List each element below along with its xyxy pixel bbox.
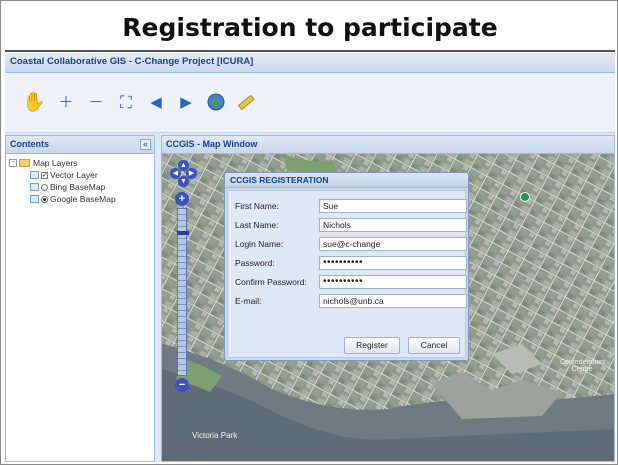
password-field[interactable]: •••••••••• bbox=[319, 256, 467, 270]
title-divider bbox=[5, 50, 615, 52]
first-name-label: First Name: bbox=[235, 201, 279, 211]
map-label-park: Victoria Park bbox=[192, 431, 238, 440]
forward-arrow-icon[interactable]: ▶ bbox=[171, 87, 201, 117]
pan-down-icon[interactable]: ▼ bbox=[178, 176, 189, 187]
slide-title: Registration to participate bbox=[122, 13, 498, 42]
zoom-slider[interactable] bbox=[177, 208, 189, 376]
zoom-slider-thumb[interactable] bbox=[177, 231, 189, 235]
contents-header: Contents « bbox=[6, 136, 154, 154]
layer-item-google[interactable]: Google BaseMap bbox=[6, 193, 154, 205]
confirm-password-field[interactable]: •••••••••• bbox=[319, 275, 467, 289]
app-title: Coastal Collaborative GIS - C-Change Pro… bbox=[10, 56, 254, 67]
contents-title: Contents bbox=[10, 139, 49, 149]
contents-panel: Contents « − Map Layers ✓ Vector Layer B… bbox=[5, 135, 155, 462]
zoom-box-icon[interactable]: ⛶ bbox=[111, 87, 141, 117]
email-label: E-mail: bbox=[235, 296, 262, 306]
email-field[interactable]: nichols@unb.ca bbox=[319, 294, 467, 308]
cancel-button[interactable]: Cancel bbox=[408, 337, 460, 354]
map-toolbar: ✋ ＋ － ⛶ ◀ ▶ bbox=[5, 73, 615, 133]
register-button[interactable]: Register bbox=[344, 337, 400, 354]
layer-label: Vector Layer bbox=[50, 170, 98, 180]
layer-tree: − Map Layers ✓ Vector Layer Bing BaseMap bbox=[6, 154, 154, 205]
password-label: Password: bbox=[235, 258, 275, 268]
pan-control: ▲ ◀ ▶ ▼ bbox=[170, 160, 197, 188]
registration-dialog: CCGIS REGISTERATION First Name: Sue Last… bbox=[224, 172, 469, 361]
globe-icon[interactable] bbox=[201, 87, 231, 117]
layer-item-vector[interactable]: ✓ Vector Layer bbox=[6, 169, 154, 181]
tree-root-map-layers[interactable]: − Map Layers bbox=[6, 157, 154, 169]
collapse-tree-icon[interactable]: − bbox=[9, 159, 17, 167]
map-window-header: CCGIS - Map Window bbox=[162, 136, 614, 154]
layer-icon bbox=[30, 183, 39, 191]
layer-radio[interactable] bbox=[41, 183, 48, 191]
last-name-label: Last Name: bbox=[235, 220, 279, 230]
registration-form: First Name: Sue Last Name: Nichols Login… bbox=[227, 190, 467, 358]
back-arrow-icon[interactable]: ◀ bbox=[141, 87, 171, 117]
map-label-centre: Confederation Centre bbox=[560, 359, 604, 373]
layer-label: Google BaseMap bbox=[50, 194, 116, 204]
zoom-minus-icon[interactable]: − bbox=[175, 378, 189, 392]
tree-root-label: Map Layers bbox=[33, 158, 78, 168]
layer-icon bbox=[30, 195, 39, 203]
layer-radio[interactable] bbox=[41, 195, 48, 203]
login-name-label: Login Name: bbox=[235, 239, 284, 249]
zoom-in-icon[interactable]: ＋ bbox=[51, 87, 81, 117]
map-window-title: CCGIS - Map Window bbox=[166, 139, 258, 149]
collapse-icon[interactable]: « bbox=[140, 139, 151, 150]
layer-icon bbox=[30, 171, 39, 179]
dialog-title: CCGIS REGISTERATION bbox=[230, 175, 329, 185]
login-name-field[interactable]: sue@c-change bbox=[319, 237, 467, 251]
map-poi-icon bbox=[520, 192, 530, 202]
dialog-header: CCGIS REGISTERATION bbox=[225, 173, 468, 188]
zoom-out-icon[interactable]: － bbox=[81, 87, 111, 117]
last-name-field[interactable]: Nichols bbox=[319, 218, 467, 232]
layer-item-bing[interactable]: Bing BaseMap bbox=[6, 181, 154, 193]
slide: Registration to participate Coastal Coll… bbox=[0, 0, 618, 465]
layer-checkbox[interactable]: ✓ bbox=[41, 171, 48, 179]
layer-label: Bing BaseMap bbox=[50, 182, 106, 192]
confirm-password-label: Confirm Password: bbox=[235, 277, 307, 287]
folder-icon bbox=[19, 159, 30, 167]
pan-hand-icon[interactable]: ✋ bbox=[19, 87, 49, 117]
zoom-control: + − bbox=[175, 192, 189, 392]
first-name-field[interactable]: Sue bbox=[319, 199, 467, 213]
app-titlebar: Coastal Collaborative GIS - C-Change Pro… bbox=[5, 53, 615, 73]
measure-icon[interactable] bbox=[231, 87, 261, 117]
zoom-plus-icon[interactable]: + bbox=[175, 192, 189, 206]
